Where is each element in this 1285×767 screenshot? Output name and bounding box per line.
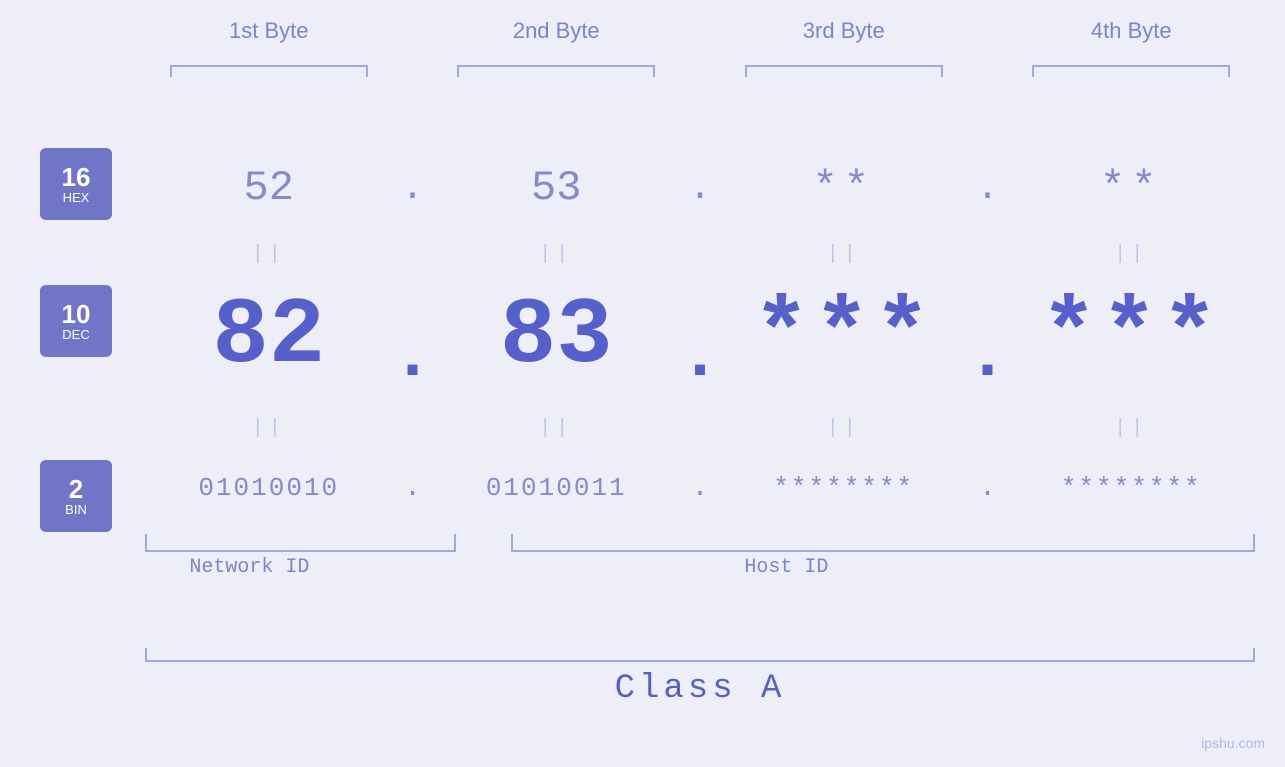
- network-id-bracket: [145, 534, 456, 552]
- equals-row-2: || || || ||: [145, 410, 1255, 446]
- bracket-2: [433, 65, 681, 67]
- bracket-1: [145, 65, 393, 67]
- bin-dot-2: .: [680, 473, 720, 504]
- eq-2: ||: [433, 243, 681, 266]
- bin-b1: 01010010: [145, 473, 393, 503]
- dec-badge: 10 DEC: [40, 285, 112, 357]
- hex-dot-2: .: [680, 167, 720, 210]
- class-bracket-area: Class A: [145, 648, 1255, 708]
- host-id-label: Host ID: [744, 556, 828, 579]
- class-label: Class A: [145, 670, 1255, 708]
- dec-dot-2: .: [680, 278, 720, 397]
- bin-dot-1: .: [393, 473, 433, 504]
- byte-label-2: 2nd Byte: [433, 18, 681, 44]
- dec-b3: ***: [720, 284, 968, 390]
- hex-dot-1: .: [393, 167, 433, 210]
- bottom-brackets-area: Network ID Host ID: [145, 534, 1255, 594]
- hex-row: 52 . 53 . ** . **: [145, 148, 1255, 228]
- bin-dot-3: .: [968, 473, 1008, 504]
- dec-b1: 82: [145, 284, 393, 390]
- bin-b3: ********: [720, 473, 968, 503]
- bin-row: 01010010 . 01010011 . ******** . *******…: [145, 450, 1255, 526]
- hex-badge: 16 HEX: [40, 148, 112, 220]
- bin-badge: 2 BIN: [40, 460, 112, 532]
- watermark: ipshu.com: [1201, 735, 1265, 753]
- hex-b1: 52: [145, 164, 393, 212]
- hex-b3: **: [720, 164, 968, 212]
- bracket-4: [1008, 65, 1256, 67]
- eq-4: ||: [1008, 243, 1256, 266]
- dec-row: 82 . 83 . *** . ***: [145, 272, 1255, 402]
- network-id-label: Network ID: [189, 556, 309, 579]
- dec-b4: ***: [1008, 284, 1256, 390]
- eq-1: ||: [145, 243, 393, 266]
- eq-6: ||: [433, 417, 681, 440]
- dec-dot-3: .: [968, 278, 1008, 397]
- byte-label-1: 1st Byte: [145, 18, 393, 44]
- dec-dot-1: .: [393, 278, 433, 397]
- eq-3: ||: [720, 243, 968, 266]
- host-id-bracket: [511, 534, 1255, 552]
- class-bracket: [145, 648, 1255, 662]
- eq-5: ||: [145, 417, 393, 440]
- hex-b2: 53: [433, 164, 681, 212]
- bracket-3: [720, 65, 968, 67]
- eq-7: ||: [720, 417, 968, 440]
- bin-b4: ********: [1008, 473, 1256, 503]
- page: 1st Byte 2nd Byte 3rd Byte 4th Byte: [0, 0, 1285, 767]
- byte-label-4: 4th Byte: [1008, 18, 1256, 44]
- byte-label-3: 3rd Byte: [720, 18, 968, 44]
- hex-dot-3: .: [968, 167, 1008, 210]
- hex-b4: **: [1008, 164, 1256, 212]
- eq-8: ||: [1008, 417, 1256, 440]
- equals-row-1: || || || ||: [145, 236, 1255, 272]
- byte-labels-row: 1st Byte 2nd Byte 3rd Byte 4th Byte: [145, 18, 1255, 44]
- dec-b2: 83: [433, 284, 681, 390]
- top-brackets: [145, 56, 1255, 76]
- bin-b2: 01010011: [433, 473, 681, 503]
